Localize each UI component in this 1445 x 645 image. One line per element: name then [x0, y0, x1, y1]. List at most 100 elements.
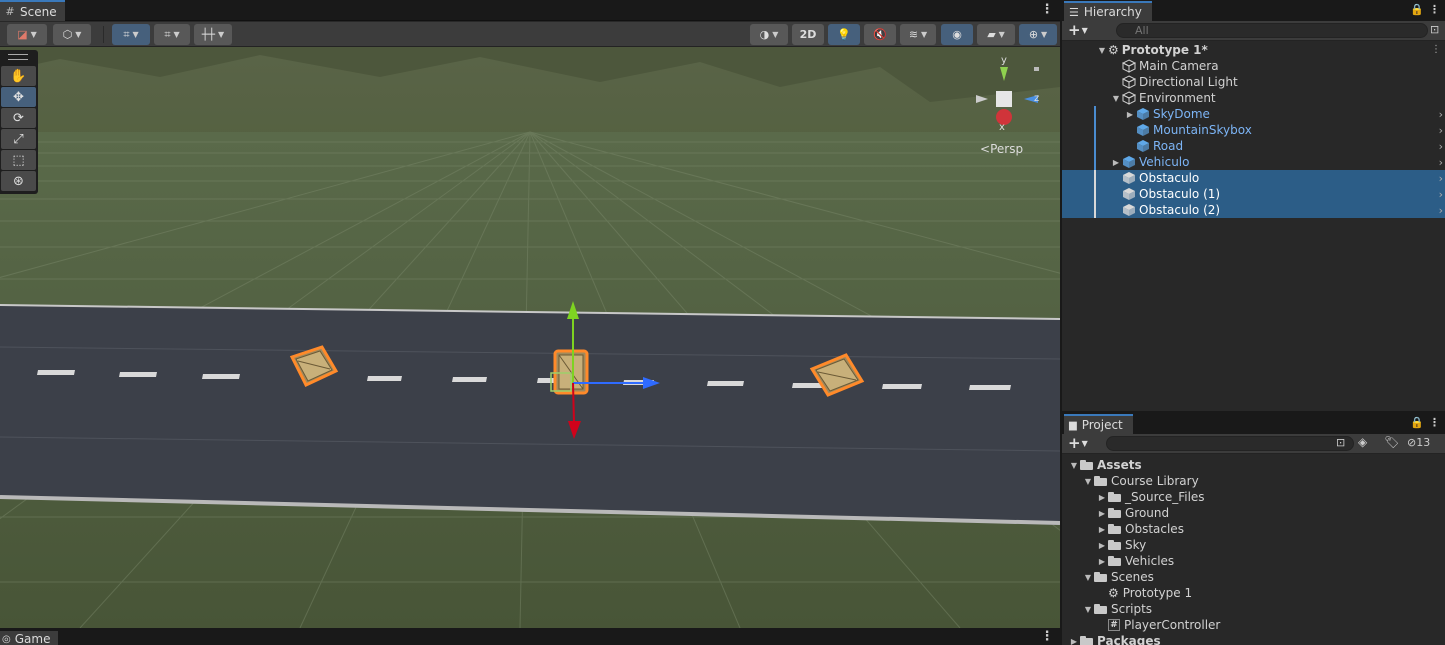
- project-item-sky[interactable]: ▶ Sky: [1062, 537, 1445, 553]
- hierarchy-item-mountainskybox[interactable]: MountainSkybox ›: [1062, 122, 1445, 138]
- hierarchy-item-environment[interactable]: ▼ Environment: [1062, 90, 1445, 106]
- hand-tool[interactable]: ✋: [1, 66, 36, 86]
- gizmo-z-label: z: [1034, 93, 1040, 104]
- collapse-arrow-icon[interactable]: ▶: [1096, 541, 1108, 550]
- game-menu-icon[interactable]: ⋮: [1040, 629, 1054, 645]
- project-item-packages[interactable]: ▶ Packages: [1062, 633, 1445, 645]
- lighting-toggle-button[interactable]: 💡: [828, 24, 860, 45]
- expand-arrow-icon[interactable]: ▼: [1096, 46, 1108, 55]
- hierarchy-item-road[interactable]: Road ›: [1062, 138, 1445, 154]
- project-item-scenes[interactable]: ▼ Scenes: [1062, 569, 1445, 585]
- gizmos-button[interactable]: ⊕ ▼: [1019, 24, 1057, 45]
- tab-scene[interactable]: # Scene: [0, 0, 65, 21]
- scene-menu-icon[interactable]: ⋮: [1040, 2, 1054, 18]
- scene-menu-chevron-icon[interactable]: ⋮: [1431, 44, 1441, 55]
- hierarchy-menu-icon[interactable]: ⋮: [1429, 3, 1440, 16]
- grid-toggle-button[interactable]: ⌗ ▼: [112, 24, 150, 45]
- hierarchy-item-label: Road: [1153, 139, 1184, 153]
- collapse-arrow-icon[interactable]: ▶: [1096, 509, 1108, 518]
- audio-toggle-button[interactable]: 🔇: [864, 24, 896, 45]
- hierarchy-item-directional-light[interactable]: Directional Light: [1062, 74, 1445, 90]
- gizmo-x-axis[interactable]: [572, 382, 575, 424]
- scale-tool[interactable]: ⤢: [1, 129, 36, 149]
- prefab-indicator: [1094, 202, 1096, 218]
- search-options-icon[interactable]: ⊡: [1430, 23, 1439, 36]
- tab-project[interactable]: ▆ Project: [1064, 414, 1133, 434]
- project-item-assets[interactable]: ▼ Assets: [1062, 457, 1445, 473]
- hierarchy-item-obstaculo[interactable]: Obstaculo ›: [1062, 170, 1445, 186]
- expand-arrow-icon[interactable]: ▼: [1082, 605, 1094, 614]
- project-item-vehicles[interactable]: ▶ Vehicles: [1062, 553, 1445, 569]
- chevron-right-icon[interactable]: ›: [1439, 172, 1443, 185]
- expand-arrow-icon[interactable]: ▼: [1110, 94, 1122, 103]
- project-item-course-library[interactable]: ▼ Course Library: [1062, 473, 1445, 489]
- chevron-right-icon[interactable]: ›: [1439, 124, 1443, 137]
- create-button[interactable]: +▼: [1068, 22, 1088, 39]
- expand-arrow-icon[interactable]: ▼: [1082, 477, 1094, 486]
- filter-by-label-icon[interactable]: 🏷: [1384, 435, 1399, 449]
- chevron-right-icon[interactable]: ›: [1439, 140, 1443, 153]
- folder-tab-icon: ▆: [1069, 419, 1077, 431]
- collapse-arrow-icon[interactable]: ▶: [1110, 158, 1122, 167]
- collapse-arrow-icon[interactable]: ▶: [1096, 525, 1108, 534]
- snap-settings-button[interactable]: ⌗ ▼: [154, 24, 190, 45]
- hierarchy-item-label: Obstaculo (2): [1139, 203, 1221, 217]
- game-tabbar: ◎ Game ⋮: [0, 629, 1060, 645]
- hierarchy-item-label: Directional Light: [1139, 75, 1238, 89]
- effects-toggle-button[interactable]: ≋ ▼: [900, 24, 936, 45]
- collapse-arrow-icon[interactable]: ▶: [1124, 110, 1136, 119]
- chevron-right-icon[interactable]: ›: [1439, 108, 1443, 121]
- expand-arrow-icon[interactable]: ▼: [1082, 573, 1094, 582]
- increment-snap-button[interactable]: ┼┼ ▼: [194, 24, 232, 45]
- move-tool[interactable]: ✥: [1, 87, 36, 107]
- project-item-obstacles[interactable]: ▶ Obstacles: [1062, 521, 1445, 537]
- rotate-tool[interactable]: ⟳: [1, 108, 36, 128]
- project-search-input[interactable]: [1106, 436, 1354, 451]
- rect-tool[interactable]: ⬚: [1, 150, 36, 170]
- camera-settings-button[interactable]: ▰ ▼: [977, 24, 1015, 45]
- collapse-arrow-icon[interactable]: ▶: [1096, 557, 1108, 566]
- project-create-button[interactable]: +▼: [1068, 435, 1088, 452]
- visibility-toggle-button[interactable]: ◉: [941, 24, 973, 45]
- project-item-playercontroller[interactable]: # PlayerController: [1062, 617, 1445, 633]
- gizmo-neg-x-cone[interactable]: [976, 95, 988, 103]
- chevron-right-icon[interactable]: ›: [1439, 188, 1443, 201]
- hierarchy-item-obstaculo-1[interactable]: Obstaculo (1) ›: [1062, 186, 1445, 202]
- projection-toggle[interactable]: <Persp: [980, 142, 1023, 156]
- hierarchy-search-input[interactable]: [1116, 23, 1428, 38]
- tab-hierarchy[interactable]: ☰ Hierarchy: [1064, 1, 1152, 21]
- project-item-prototype-1[interactable]: ⚙ Prototype 1: [1062, 585, 1445, 601]
- tab-game[interactable]: ◎ Game: [0, 631, 59, 645]
- filter-by-type-icon[interactable]: ◈: [1358, 435, 1367, 449]
- draw-mode-button[interactable]: ◪ ▼: [7, 24, 47, 45]
- obstaculo-1-crate[interactable]: [550, 349, 589, 395]
- collapse-arrow-icon[interactable]: ▶: [1068, 637, 1080, 645]
- render-mode-button[interactable]: ⬡ ▼: [53, 24, 91, 45]
- search-advanced-icon[interactable]: ⊡: [1336, 436, 1345, 449]
- gizmo-center-cube[interactable]: [996, 91, 1012, 107]
- shading-mode-button[interactable]: ◑ ▼: [750, 24, 788, 45]
- transform-tool[interactable]: ⊛: [1, 171, 36, 191]
- palette-grip[interactable]: [8, 54, 28, 60]
- hierarchy-item-obstaculo-2[interactable]: Obstaculo (2) ›: [1062, 202, 1445, 218]
- hidden-eye-icon: ◉: [952, 28, 962, 41]
- lock-icon[interactable]: 🔒: [1410, 3, 1424, 16]
- folder-icon: [1094, 476, 1107, 486]
- hierarchy-item-vehiculo[interactable]: ▶ Vehiculo ›: [1062, 154, 1445, 170]
- hidden-packages-toggle[interactable]: ⊘13: [1407, 436, 1430, 449]
- collapse-arrow-icon[interactable]: ▶: [1096, 493, 1108, 502]
- project-item-source-files[interactable]: ▶ _Source_Files: [1062, 489, 1445, 505]
- hierarchy-item-skydome[interactable]: ▶ SkyDome ›: [1062, 106, 1445, 122]
- hierarchy-item-main-camera[interactable]: Main Camera: [1062, 58, 1445, 74]
- toggle-2d-button[interactable]: 2D: [792, 24, 824, 45]
- project-item-scripts[interactable]: ▼ Scripts: [1062, 601, 1445, 617]
- hierarchy-item-prototype-1[interactable]: ▼ ⚙ Prototype 1*: [1062, 42, 1445, 58]
- chevron-right-icon[interactable]: ›: [1439, 204, 1443, 217]
- gizmo-y-cone[interactable]: [1000, 67, 1008, 81]
- expand-arrow-icon[interactable]: ▼: [1068, 461, 1080, 470]
- project-menu-icon[interactable]: ⋮: [1429, 416, 1440, 429]
- project-item-ground[interactable]: ▶ Ground: [1062, 505, 1445, 521]
- scene-viewport[interactable]: [0, 47, 1060, 628]
- project-lock-icon[interactable]: 🔒: [1410, 416, 1424, 429]
- chevron-right-icon[interactable]: ›: [1439, 156, 1443, 169]
